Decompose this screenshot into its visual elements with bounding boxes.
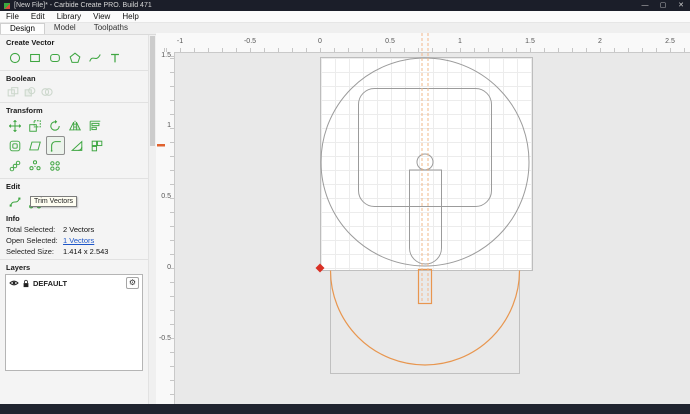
scale-tool-icon[interactable] [26, 117, 43, 134]
selected-semicircle[interactable] [329, 270, 521, 366]
design-tool-panel: Create Vector Boolean Transform Edit Tri… [0, 35, 148, 404]
section-boolean: Boolean [6, 74, 36, 83]
window-title: [New File]* - Carbide Create PRO. Build … [14, 2, 152, 9]
minimize-button-icon[interactable]: — [636, 0, 654, 11]
open-selected-label: Open Selected: [6, 236, 58, 245]
boolean-union-tool-icon[interactable] [6, 85, 20, 98]
section-layers: Layers [6, 263, 31, 272]
rounded-rectangle-tool-icon[interactable] [46, 49, 63, 66]
rotate-tool-icon[interactable] [46, 117, 63, 134]
selected-slot-rect[interactable] [417, 268, 433, 305]
offset-vectors-tool-icon[interactable] [6, 137, 23, 154]
text-tool-icon[interactable] [106, 49, 123, 66]
separator [0, 259, 148, 260]
design-canvas-area: -1 -0.5 0 0.5 1 1.5 2 2.5 1.5 1 0.5 0 -0… [156, 33, 690, 404]
separator [0, 178, 148, 179]
canvas-vectors[interactable] [156, 33, 690, 404]
circular-array-tool-icon[interactable] [26, 157, 43, 174]
selected-size-label: Selected Size: [6, 247, 54, 256]
title-bar: [New File]* - Carbide Create PRO. Build … [0, 0, 690, 11]
separator [0, 102, 148, 103]
layer-settings-gear-icon[interactable]: ⚙ [125, 277, 139, 289]
vector-small-circle[interactable] [416, 153, 434, 171]
section-info: Info [6, 214, 20, 223]
dashed-guide-lines [421, 33, 429, 303]
selected-size-value: 1.414 x 2.543 [63, 247, 109, 256]
align-tool-icon[interactable] [86, 117, 103, 134]
boolean-tools [0, 84, 148, 99]
mirror-tool-icon[interactable] [66, 117, 83, 134]
menu-view[interactable]: View [87, 11, 116, 22]
layers-list: DEFAULT ⚙ [5, 274, 143, 371]
polygon-tool-icon[interactable] [66, 49, 83, 66]
tooltip: Trim Vectors [30, 196, 78, 207]
rectangle-tool-icon[interactable] [26, 49, 43, 66]
tab-model[interactable]: Model [45, 23, 85, 34]
grid-array-tool-icon[interactable] [46, 157, 63, 174]
info-open-selected: Open Selected: 1 Vectors [6, 236, 148, 245]
lower-boundary-rect[interactable] [330, 270, 520, 374]
app-icon [4, 2, 10, 9]
separator [0, 70, 148, 71]
transform-tools-row1 [0, 116, 148, 135]
boolean-subtract-tool-icon[interactable] [23, 85, 37, 98]
tab-design[interactable]: Design [0, 23, 45, 34]
design-vectors[interactable] [320, 57, 530, 267]
taskbar [0, 404, 690, 414]
layer-name: DEFAULT [33, 278, 68, 288]
total-selected-label: Total Selected: [6, 225, 56, 234]
menu-edit[interactable]: Edit [25, 11, 51, 22]
menu-library[interactable]: Library [51, 11, 87, 22]
panel-scrollbar-thumb[interactable] [150, 36, 155, 146]
ruler-position-indicator [157, 144, 165, 147]
transform-tools-row3 [0, 156, 148, 175]
curve-tool-icon[interactable] [86, 49, 103, 66]
carbide-create-window: [New File]* - Carbide Create PRO. Build … [0, 0, 690, 414]
create-vector-tools [0, 48, 148, 67]
total-selected-value: 2 Vectors [63, 225, 95, 234]
selected-vectors[interactable] [329, 268, 521, 366]
node-edit-tool-icon[interactable] [6, 193, 23, 210]
info-selected-size: Selected Size: 1.414 x 2.543 [6, 247, 148, 256]
open-selected-link[interactable]: 1 Vectors [63, 236, 94, 245]
menu-help[interactable]: Help [116, 11, 144, 22]
info-total-selected: Total Selected: 2 Vectors [6, 225, 148, 234]
section-create-vector: Create Vector [6, 38, 55, 47]
vector-rounded-rectangle[interactable] [358, 88, 492, 207]
move-tool-icon[interactable] [6, 117, 23, 134]
boolean-intersect-tool-icon[interactable] [40, 85, 54, 98]
shear-tool-icon[interactable] [26, 137, 43, 154]
maximize-button-icon[interactable]: ▢ [654, 0, 672, 11]
transform-tools-row2 [0, 135, 148, 156]
fillet-tool-icon[interactable] [46, 136, 65, 155]
layer-lock-icon[interactable] [22, 279, 30, 288]
section-edit: Edit [6, 182, 21, 191]
vector-large-circle[interactable] [320, 57, 530, 267]
menu-file[interactable]: File [0, 11, 25, 22]
layer-row-default[interactable]: DEFAULT ⚙ [6, 275, 142, 291]
section-transform: Transform [6, 106, 43, 115]
measure-tool-icon[interactable] [68, 137, 85, 154]
circle-tool-icon[interactable] [6, 49, 23, 66]
tab-toolpaths[interactable]: Toolpaths [85, 23, 137, 34]
menu-bar: File Edit Library View Help [0, 11, 690, 23]
linear-array-tool-icon[interactable] [6, 157, 23, 174]
nest-vectors-tool-icon[interactable] [88, 137, 105, 154]
close-button-icon[interactable]: ✕ [672, 0, 690, 11]
origin-marker [315, 263, 325, 273]
vector-slot-tube[interactable] [409, 169, 442, 265]
layer-visibility-eye-icon[interactable] [9, 279, 19, 287]
